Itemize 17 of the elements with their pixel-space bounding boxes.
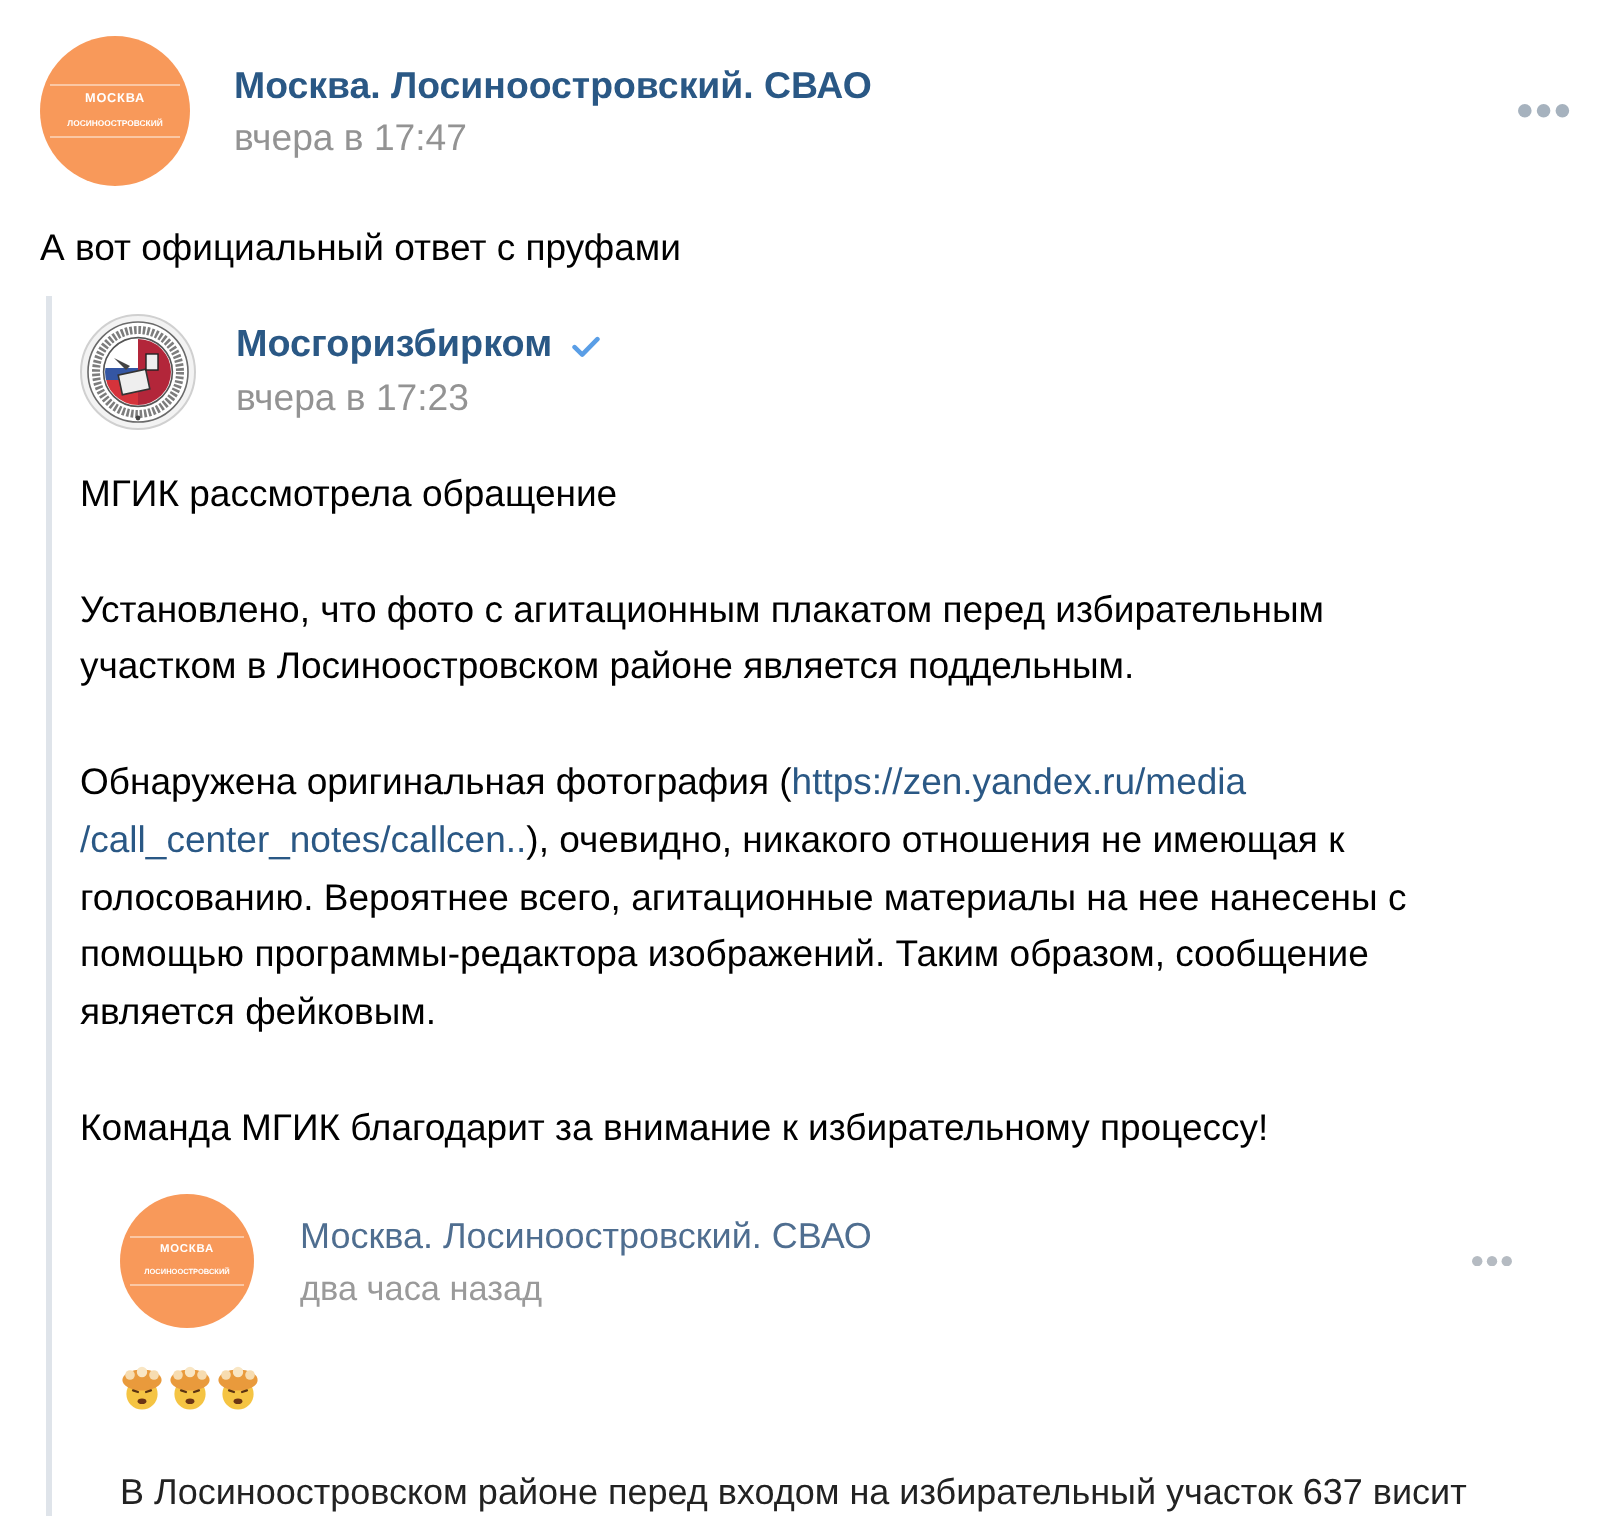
post-text: В Лосиноостровском районе перед входом на избирательный участок 637 висит [120,1470,1469,1517]
post-paragraph: Установлено, что фото с агитационным плакатом перед избирательным участком в Лосиноостровском районе является поддельным. [80,585,1326,691]
url-link[interactable]: https://zen.yandex.ru/media [791,759,1247,802]
post-paragraph: Обнаружена оригинальная фотография (https://zen.yandex.ru/media /call_center_notes/callcen..), очевидно, никакого отношения не имеющая к голосованию. Вероятнее всего, агитационные материалы на нее нанесены с помощью программы-редактора изображений. Таким образом, сообщение является фейковым. [80,757,1409,1037]
author-name[interactable]: Москва. Лосиноостровский. СВАО [234,61,872,109]
post-time: два часа назад [300,1265,543,1310]
more-options-icon [1472,1256,1512,1267]
post-paragraph: Команда МГИК благодарит за внимание к избирательному процессу! [80,1103,1271,1152]
exploding-head-icon [120,1366,164,1411]
exploding-head-icon [168,1366,212,1411]
post-text: А вот официальный ответ с пруфами [40,224,683,272]
url-link[interactable]: /call_center_notes/callcen.. [80,817,527,860]
post-paragraph: МГИК рассмотрела обращение [80,470,620,518]
exploding-head-icon [216,1366,260,1411]
author-name[interactable]: Мосгоризбирком [236,322,553,370]
author-name: Москва. Лосиноостровский. СВАО [300,1213,872,1258]
emblem-avatar[interactable] [80,314,196,430]
